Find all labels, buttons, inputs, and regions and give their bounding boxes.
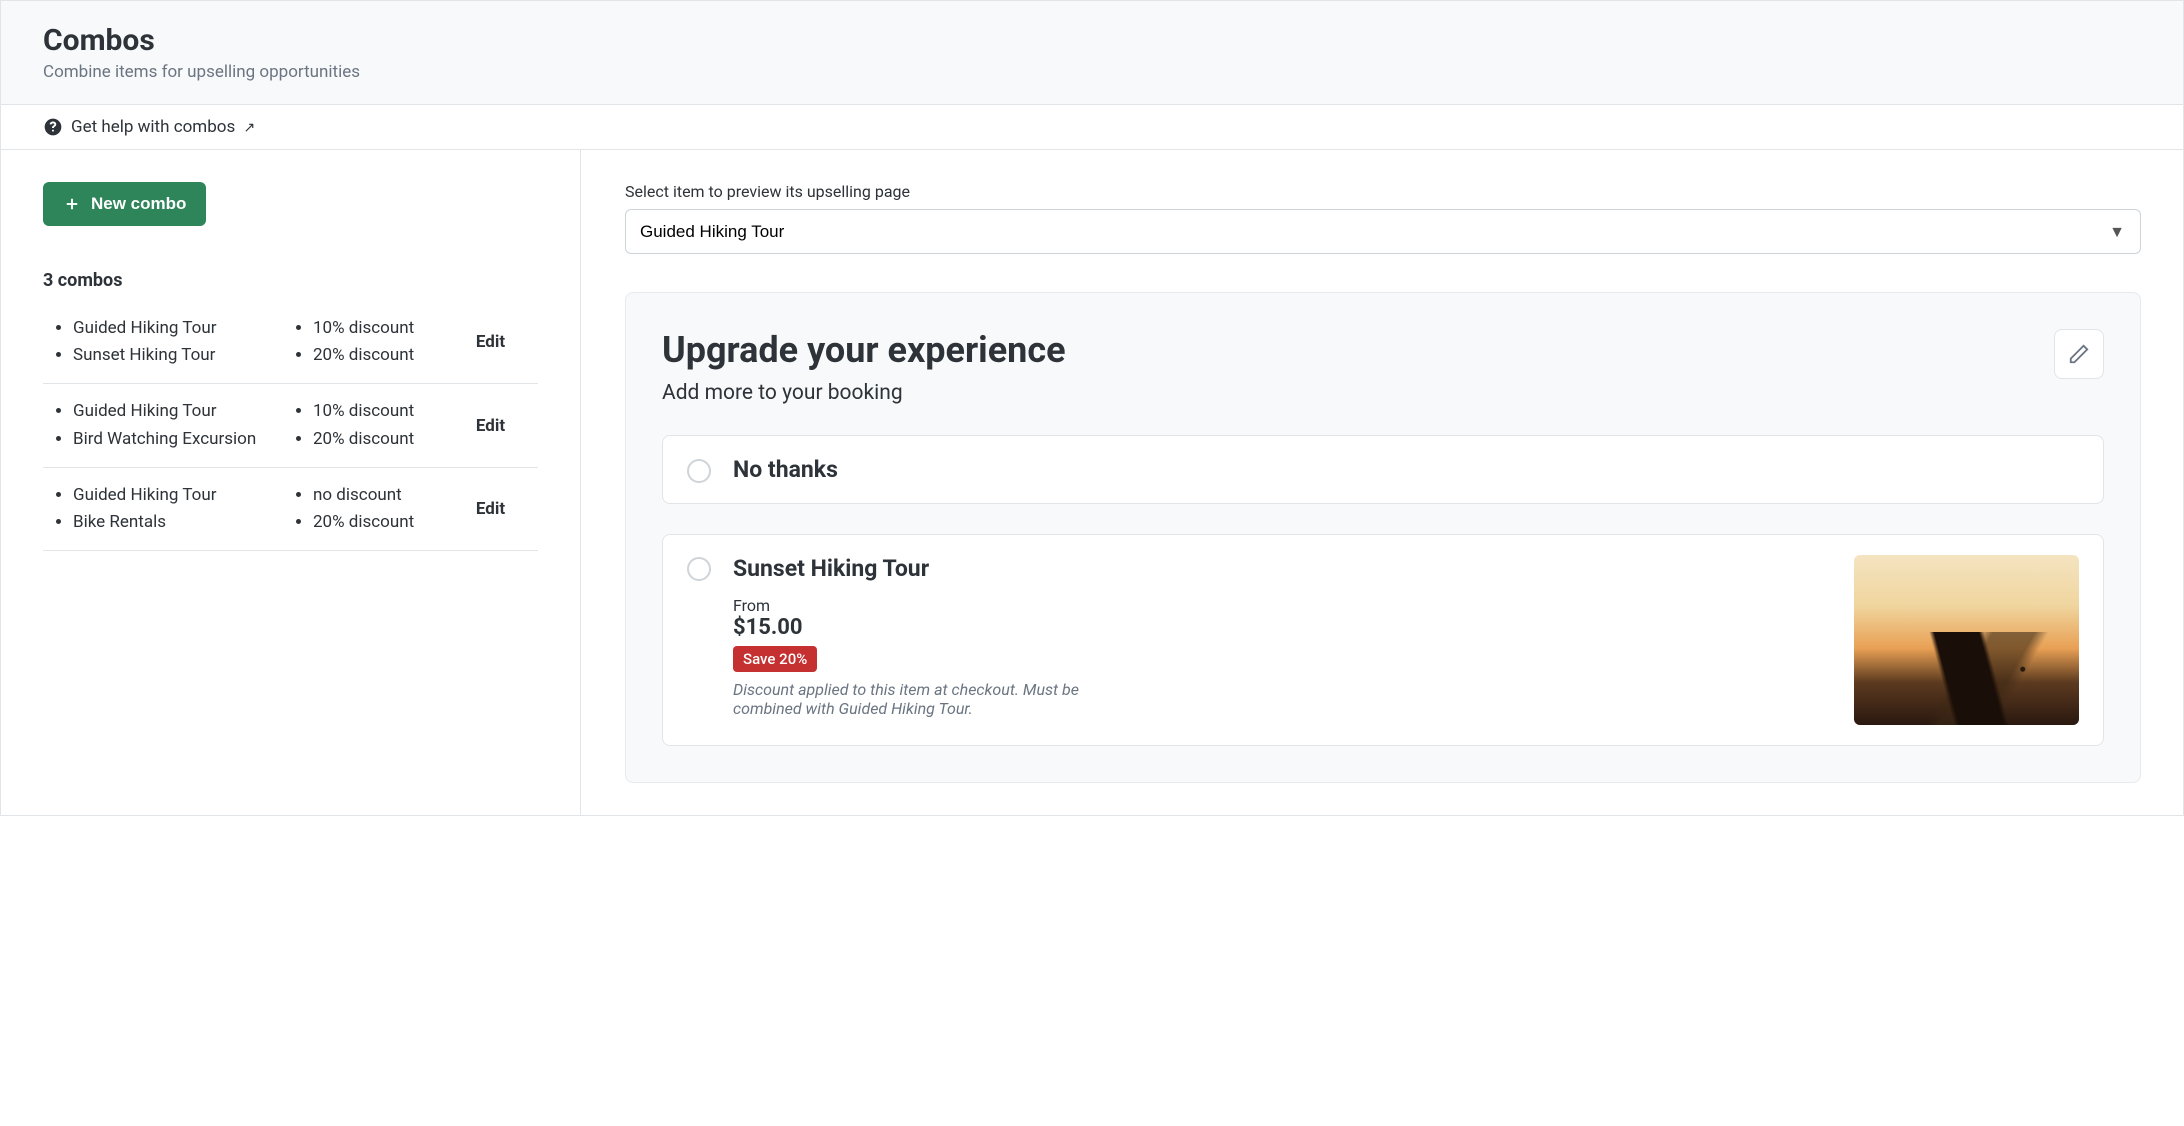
save-badge: Save 20% — [733, 646, 817, 672]
radio-icon — [687, 459, 711, 483]
combos-panel: New combo 3 combos Guided Hiking Tour Su… — [1, 150, 581, 815]
combo-items: Guided Hiking Tour Bike Rentals — [43, 482, 283, 536]
combo-discounts: 10% discount 20% discount — [283, 315, 443, 369]
combo-item: Guided Hiking Tour — [73, 482, 283, 509]
offer-price: $15.00 — [733, 615, 1832, 640]
offer-note: Discount applied to this item at checkou… — [733, 680, 1113, 718]
help-link-row: Get help with combos ↗ — [1, 105, 2183, 150]
edit-combo-link[interactable]: Edit — [476, 332, 505, 352]
combo-item: Sunset Hiking Tour — [73, 342, 283, 369]
combo-items: Guided Hiking Tour Bird Watching Excursi… — [43, 398, 283, 452]
combo-row: Guided Hiking Tour Bike Rentals no disco… — [43, 468, 538, 551]
page-subtitle: Combine items for upselling opportunitie… — [43, 62, 2141, 82]
combo-discount: 20% discount — [313, 342, 443, 369]
no-thanks-label: No thanks — [733, 456, 838, 483]
combo-discount: 20% discount — [313, 509, 443, 536]
combo-item: Guided Hiking Tour — [73, 398, 283, 425]
combo-discount: 10% discount — [313, 398, 443, 425]
upsell-preview-card: Upgrade your experience Add more to your… — [625, 292, 2141, 783]
offer-name: Sunset Hiking Tour — [733, 555, 1832, 582]
preview-item-select[interactable]: Guided Hiking Tour — [625, 209, 2141, 254]
combo-item: Bike Rentals — [73, 509, 283, 536]
radio-icon — [687, 557, 711, 581]
help-link[interactable]: Get help with combos ↗ — [71, 117, 255, 137]
offer-thumbnail — [1854, 555, 2079, 725]
combo-item: Guided Hiking Tour — [73, 315, 283, 342]
combo-item: Bird Watching Excursion — [73, 426, 283, 453]
edit-upsell-button[interactable] — [2054, 329, 2104, 379]
combo-count: 3 combos — [43, 270, 538, 291]
external-link-icon: ↗ — [243, 120, 255, 136]
upsell-subtitle: Add more to your booking — [662, 381, 2104, 405]
help-icon — [43, 117, 63, 137]
edit-combo-link[interactable]: Edit — [476, 499, 505, 519]
preview-panel: Select item to preview its upselling pag… — [581, 150, 2183, 815]
help-link-text: Get help with combos — [71, 117, 235, 137]
combo-row: Guided Hiking Tour Bird Watching Excursi… — [43, 384, 538, 467]
upsell-option-offer[interactable]: Sunset Hiking Tour From $15.00 Save 20% … — [662, 534, 2104, 746]
page-header: Combos Combine items for upselling oppor… — [1, 1, 2183, 105]
combo-discounts: no discount 20% discount — [283, 482, 443, 536]
combo-items: Guided Hiking Tour Sunset Hiking Tour — [43, 315, 283, 369]
combo-discount: 20% discount — [313, 426, 443, 453]
new-combo-label: New combo — [91, 194, 186, 214]
combo-row: Guided Hiking Tour Sunset Hiking Tour 10… — [43, 301, 538, 384]
plus-icon — [63, 195, 81, 213]
new-combo-button[interactable]: New combo — [43, 182, 206, 226]
upsell-option-no-thanks[interactable]: No thanks — [662, 435, 2104, 504]
combo-discount: no discount — [313, 482, 443, 509]
pencil-icon — [2068, 343, 2090, 365]
page-title: Combos — [43, 23, 2141, 58]
combo-discount: 10% discount — [313, 315, 443, 342]
offer-from-label: From — [733, 596, 1832, 615]
combo-discounts: 10% discount 20% discount — [283, 398, 443, 452]
edit-combo-link[interactable]: Edit — [476, 416, 505, 436]
preview-label: Select item to preview its upselling pag… — [625, 182, 2141, 201]
upsell-title: Upgrade your experience — [662, 329, 2104, 371]
